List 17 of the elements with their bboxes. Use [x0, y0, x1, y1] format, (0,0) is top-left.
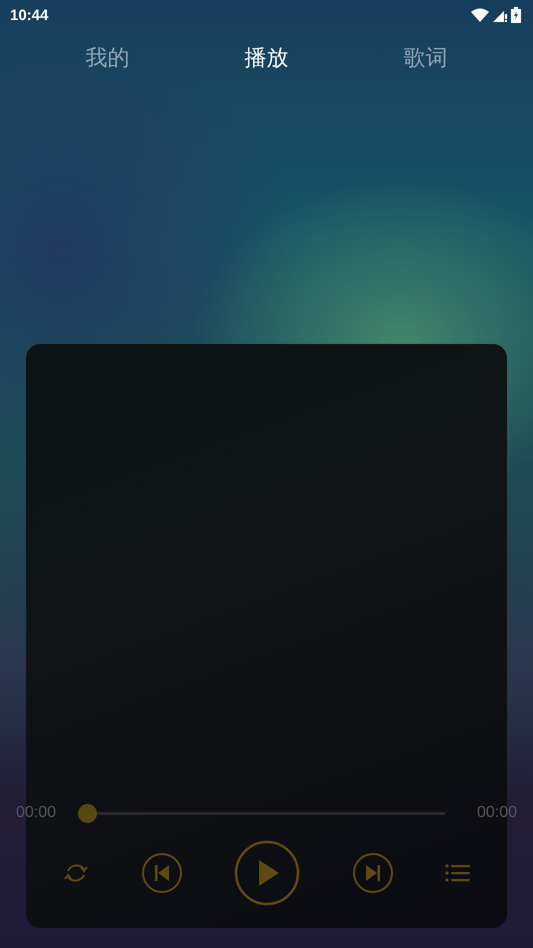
tab[interactable]: 我的	[78, 39, 138, 77]
play-icon	[234, 840, 300, 906]
battery-icon	[511, 7, 521, 23]
status-time: 10:44	[10, 6, 48, 24]
playlist-button[interactable]	[445, 863, 472, 883]
elapsed-time: 00:00	[16, 804, 58, 822]
playlist-icon	[445, 863, 472, 883]
previous-icon	[141, 852, 184, 894]
next-button[interactable]	[352, 852, 394, 894]
wifi-icon	[471, 8, 489, 22]
next-icon	[352, 852, 394, 894]
duration-time: 00:00	[476, 804, 517, 822]
play-button[interactable]	[234, 840, 300, 906]
previous-button[interactable]	[141, 852, 184, 894]
tab[interactable]: 播放	[236, 39, 296, 77]
progress-thumb[interactable]	[78, 804, 97, 822]
tab[interactable]: 歌词	[396, 39, 456, 77]
